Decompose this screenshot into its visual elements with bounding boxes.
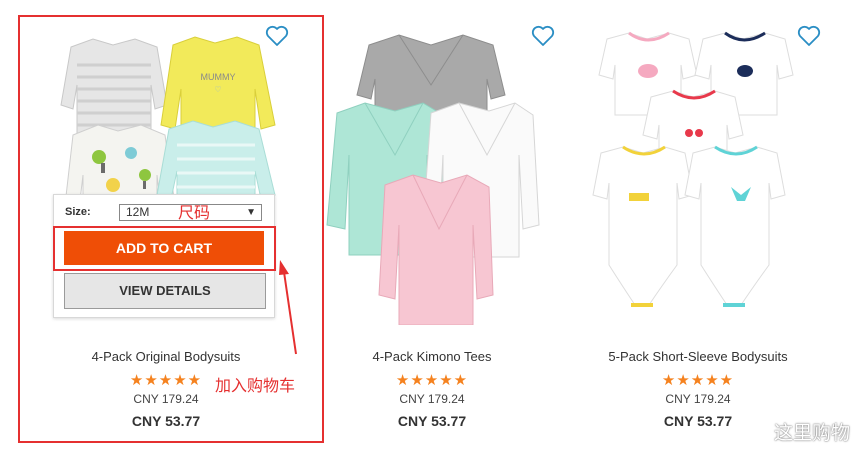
- sale-price: CNY 53.77: [397, 413, 467, 429]
- product-name[interactable]: 4-Pack Kimono Tees: [299, 349, 565, 364]
- product-name[interactable]: 5-Pack Short-Sleeve Bodysuits: [565, 349, 831, 364]
- add-to-cart-highlight-box: [53, 226, 276, 271]
- favorite-heart-icon[interactable]: [531, 25, 555, 47]
- product-image[interactable]: [319, 25, 545, 325]
- weibo-logo-icon: [743, 423, 767, 441]
- watermark: 这里购物: [743, 418, 850, 445]
- original-price: CNY 179.24: [665, 392, 731, 406]
- product-image[interactable]: [585, 25, 811, 325]
- star-rating: ★★★★★: [395, 372, 469, 389]
- product-card-2[interactable]: 4-Pack Kimono Tees ★★★★★ CNY 179.24 CNY …: [299, 0, 565, 453]
- pink-kimono-tee: [378, 174, 494, 325]
- star-rating: ★★★★★: [661, 372, 735, 389]
- favorite-heart-icon[interactable]: [797, 25, 821, 47]
- size-annotation: 尺码: [178, 203, 211, 222]
- watermark-text: 这里购物: [773, 422, 850, 444]
- teal-trim-bodysuit: [684, 145, 786, 307]
- annotation-arrow-icon: [279, 260, 297, 355]
- cart-annotation: 加入购物车: [215, 376, 296, 395]
- product-card-3[interactable]: 5-Pack Short-Sleeve Bodysuits ★★★★★ CNY …: [565, 0, 831, 453]
- yellow-trim-bodysuit: [592, 145, 694, 307]
- original-price: CNY 179.24: [399, 392, 465, 406]
